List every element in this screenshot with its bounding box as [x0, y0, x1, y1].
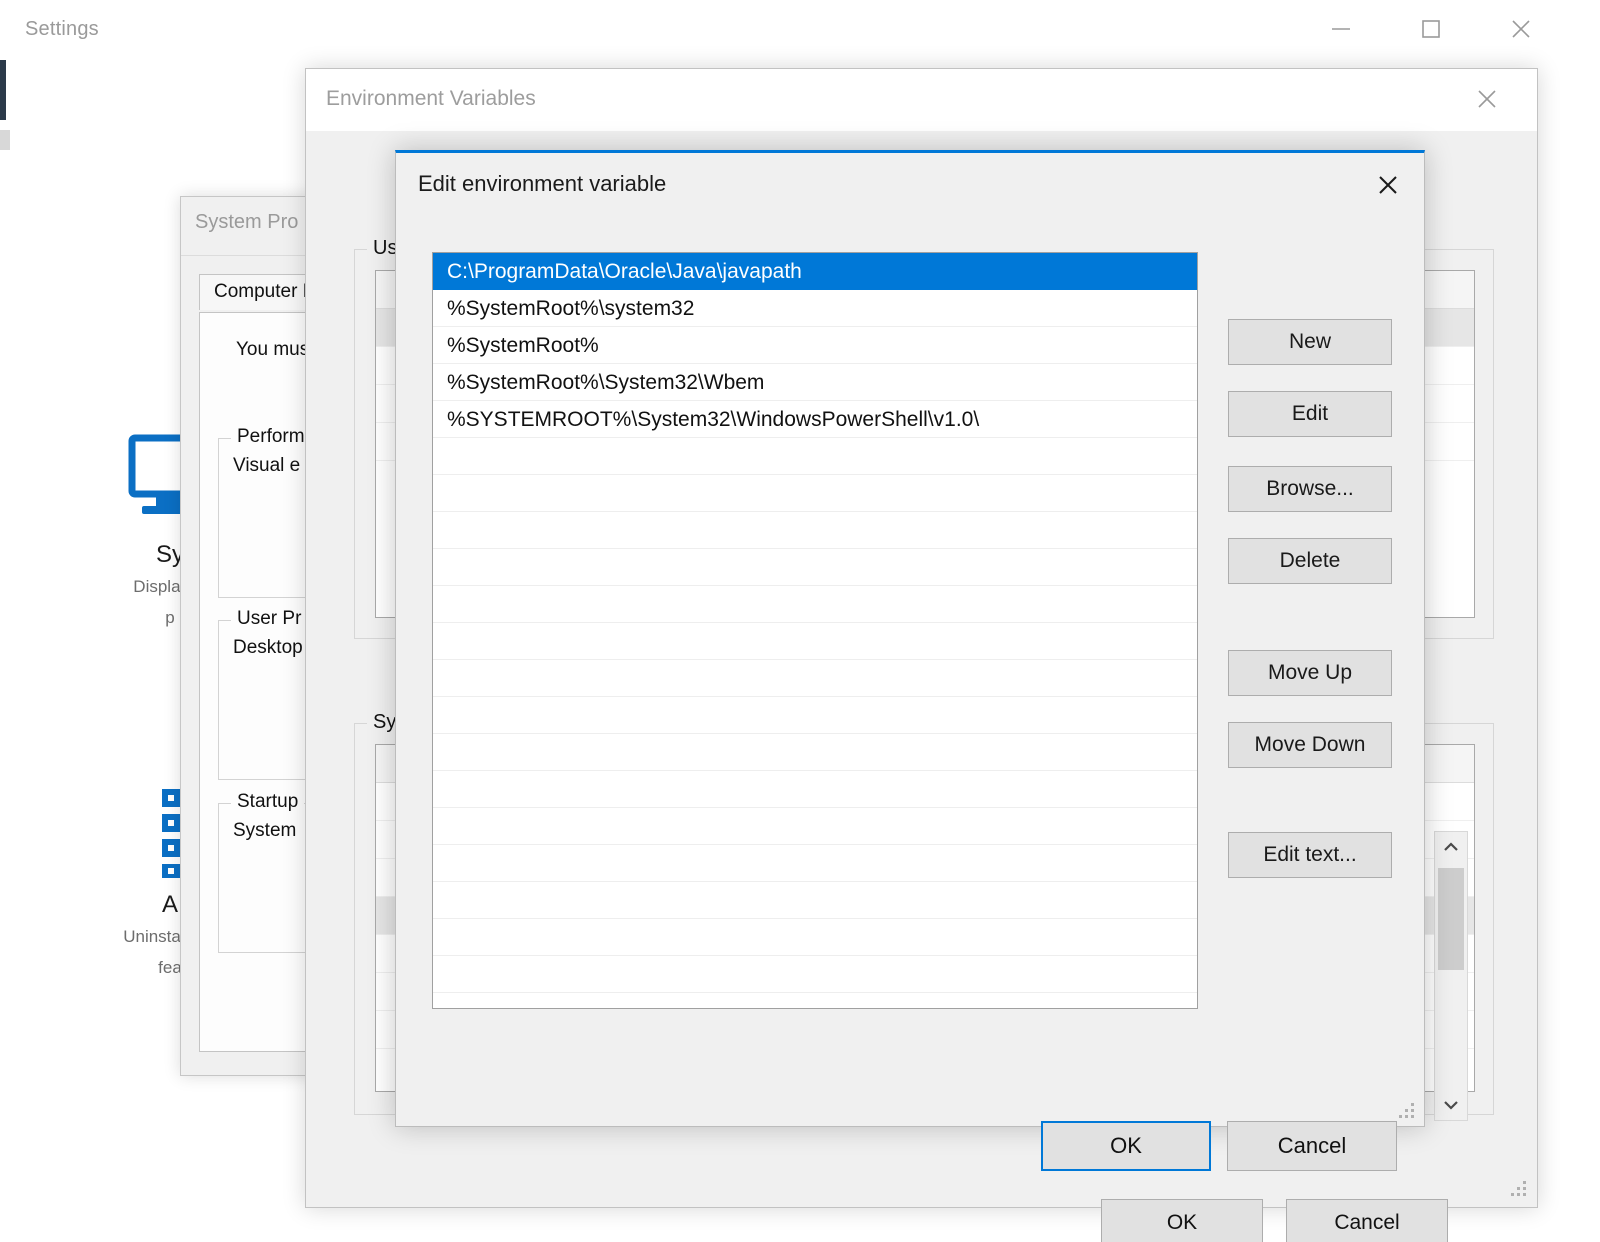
path-entry-row[interactable]: %SystemRoot%\System32\Wbem — [433, 364, 1197, 401]
path-entry-row[interactable]: C:\ProgramData\Oracle\Java\javapath — [433, 253, 1197, 290]
close-icon[interactable] — [1490, 0, 1552, 58]
close-icon[interactable] — [1360, 159, 1416, 211]
environment-variables-title: Environment Variables — [326, 87, 536, 111]
path-entry-row[interactable]: %SYSTEMROOT%\System32\WindowsPowerShell\… — [433, 401, 1197, 438]
path-entry-row-empty[interactable] — [433, 919, 1197, 956]
groupbox-performance-label: Perform — [231, 426, 311, 448]
groupbox-performance-text: Visual e — [233, 455, 300, 477]
edit-dialog-cancel-button[interactable]: Cancel — [1227, 1121, 1397, 1171]
path-entry-row-empty[interactable] — [433, 660, 1197, 697]
path-entry-row-empty[interactable] — [433, 808, 1197, 845]
edit-dialog-title: Edit environment variable — [418, 171, 666, 197]
path-entry-row-empty[interactable] — [433, 438, 1197, 475]
path-entry-row-empty[interactable] — [433, 845, 1197, 882]
path-entry-row-empty[interactable] — [433, 475, 1197, 512]
environment-variables-ok-button[interactable]: OK — [1101, 1199, 1263, 1242]
settings-titlebar: Settings — [0, 0, 1600, 60]
path-entry-row-empty[interactable] — [433, 734, 1197, 771]
chevron-down-icon[interactable] — [1435, 1090, 1467, 1120]
path-entry-row[interactable]: %SystemRoot%\system32 — [433, 290, 1197, 327]
environment-variables-cancel-button[interactable]: Cancel — [1286, 1199, 1448, 1242]
scrollbar-thumb[interactable] — [1438, 868, 1464, 970]
move-up-button[interactable]: Move Up — [1228, 650, 1392, 696]
settings-window-title: Settings — [25, 18, 99, 41]
move-down-button[interactable]: Move Down — [1228, 722, 1392, 768]
screen-root: Settings — [0, 0, 1600, 1242]
path-entry-row-empty[interactable] — [433, 549, 1197, 586]
groupbox-startup-text: System — [233, 820, 296, 842]
resize-grip-icon[interactable] — [1399, 1103, 1417, 1121]
edit-button[interactable]: Edit — [1228, 391, 1392, 437]
browse-button[interactable]: Browse... — [1228, 466, 1392, 512]
system-variables-scrollbar[interactable] — [1434, 831, 1468, 1121]
path-entry-row-empty[interactable] — [433, 956, 1197, 993]
edit-environment-variable-dialog: Edit environment variable C:\ProgramData… — [395, 150, 1425, 1127]
path-entry-row[interactable]: %SystemRoot% — [433, 327, 1197, 364]
system-properties-note: You mus — [236, 339, 309, 361]
settings-nav-edge-secondary — [0, 130, 10, 150]
environment-variables-titlebar: Environment Variables — [306, 69, 1537, 131]
path-entry-row-empty[interactable] — [433, 697, 1197, 734]
system-properties-title: System Pro — [195, 211, 298, 234]
edit-dialog-body: C:\ProgramData\Oracle\Java\javapath%Syst… — [396, 219, 1424, 1127]
path-entry-row-empty[interactable] — [433, 586, 1197, 623]
path-entry-row-empty[interactable] — [433, 623, 1197, 660]
groupbox-startup-label: Startup — [231, 791, 304, 813]
delete-button[interactable]: Delete — [1228, 538, 1392, 584]
path-entry-row-empty[interactable] — [433, 512, 1197, 549]
edit-text-button[interactable]: Edit text... — [1228, 832, 1392, 878]
new-button[interactable]: New — [1228, 319, 1392, 365]
chevron-up-icon[interactable] — [1435, 832, 1467, 862]
groupbox-user-profiles-text: Desktop — [233, 637, 303, 659]
groupbox-user-profiles-label: User Pr — [231, 608, 307, 630]
minimize-icon[interactable] — [1310, 0, 1372, 58]
close-icon[interactable] — [1456, 69, 1518, 129]
edit-dialog-ok-button[interactable]: OK — [1041, 1121, 1211, 1171]
maximize-icon[interactable] — [1400, 0, 1462, 58]
resize-grip-icon[interactable] — [1511, 1181, 1529, 1199]
path-entry-row-empty[interactable] — [433, 771, 1197, 808]
path-entries-list[interactable]: C:\ProgramData\Oracle\Java\javapath%Syst… — [432, 252, 1198, 1009]
settings-nav-edge — [0, 60, 6, 120]
path-entry-row-empty[interactable] — [433, 882, 1197, 919]
